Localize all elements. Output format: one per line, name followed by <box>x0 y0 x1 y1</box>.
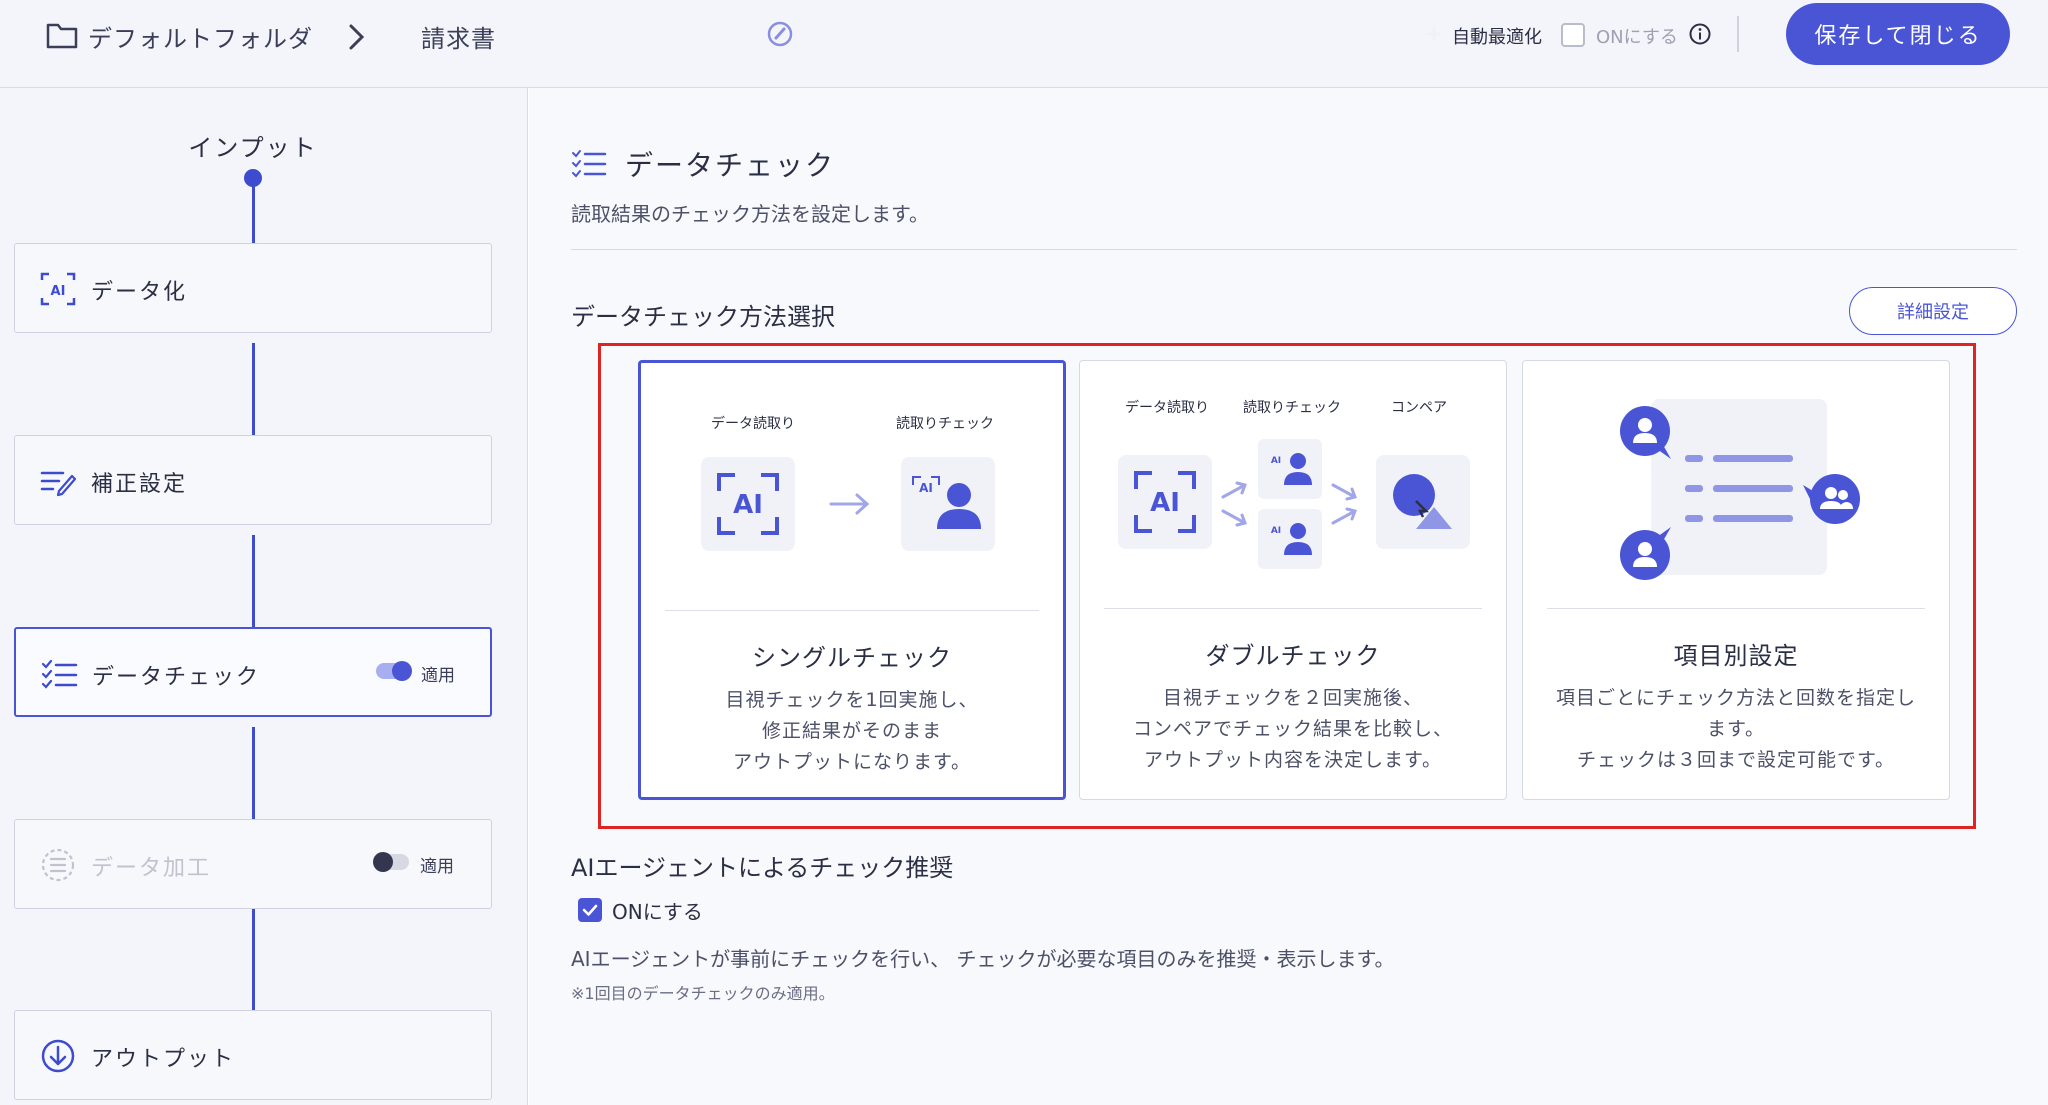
ai-text: AI <box>1150 488 1180 518</box>
merge-arrows-icon <box>1331 483 1357 525</box>
ai-text: AI <box>919 481 933 495</box>
ai-text: AI <box>1271 456 1281 466</box>
arrow-right-icon <box>829 493 870 515</box>
section-divider <box>571 249 2017 250</box>
ai-scan-icon: AI <box>1118 455 1212 549</box>
ai-text: AI <box>1271 526 1281 536</box>
auto-optimize-label: 自動最適化 <box>1452 27 1542 48</box>
users-group-icon <box>1803 474 1860 524</box>
step-data-check[interactable]: データチェック 適用 <box>14 627 492 717</box>
workflow-sidebar: インプット AI データ化 補正設定 データチェック 適用 データ加工 適用 ア… <box>0 88 528 1105</box>
folder-icon[interactable] <box>46 20 78 50</box>
person-check-icon: AI <box>1258 509 1322 569</box>
card-description: 項目ごとにチェック方法と回数を指定し ます。 チェックは３回まで設定可能です。 <box>1539 683 1933 776</box>
double-check-illustration: データ読取り 読取りチェック コンペア AI AI AI <box>1080 361 1506 601</box>
detail-settings-button[interactable]: 詳細設定 <box>1849 287 2017 335</box>
ai-agent-title: AIエージェントによるチェック推奨 <box>571 854 954 882</box>
step-label: データチェック <box>92 665 261 690</box>
step-correction-settings[interactable]: 補正設定 <box>14 435 492 525</box>
single-check-card[interactable]: データ読取り 読取りチェック AI AI シングルチェック 目視チェックを1回実… <box>638 360 1066 800</box>
card-desc-line: 修正結果がそのまま <box>761 720 942 742</box>
breadcrumb-folder[interactable]: デフォルトフォルダ <box>88 19 313 54</box>
step-label: データ加工 <box>91 856 212 881</box>
toggle-knob <box>373 852 393 872</box>
card-desc-line: アウトプット内容を決定します。 <box>1143 749 1443 771</box>
card-divider <box>1547 608 1925 609</box>
ai-agent-checkbox[interactable] <box>578 898 602 922</box>
top-bar: デフォルトフォルダ 請求書 自動最適化 ONにする 保存して閉じる <box>0 0 2048 88</box>
card-description: 目視チェックを1回実施し、 修正結果がそのまま アウトプットになります。 <box>657 685 1047 778</box>
card-desc-line: ます。 <box>1706 718 1766 740</box>
step-label: データ化 <box>91 280 188 305</box>
section-title: データチェック <box>625 149 836 182</box>
illus-label-data-read: データ読取り <box>1125 400 1209 416</box>
ai-agent-on-label[interactable]: ONにする <box>612 896 703 925</box>
process-icon <box>41 848 75 882</box>
card-divider <box>1104 608 1482 609</box>
single-check-illustration: データ読取り 読取りチェック AI AI <box>641 363 1063 603</box>
flow-input-label: インプット <box>188 134 318 162</box>
per-item-illustration <box>1523 361 1949 601</box>
card-divider <box>665 610 1039 611</box>
person-check-icon: AI <box>1258 439 1322 499</box>
info-icon[interactable] <box>1688 22 1712 46</box>
apply-toggle[interactable] <box>376 661 412 681</box>
card-desc-line: コンペアでチェック結果を比較し、 <box>1132 718 1453 740</box>
illus-label-compare: コンペア <box>1391 400 1447 416</box>
ai-agent-description: AIエージェントが事前にチェックを行い、 チェックが必要な項目のみを推奨・表示し… <box>571 947 1395 971</box>
double-check-card[interactable]: データ読取り 読取りチェック コンペア AI AI AI ダブルチェック 目視チ… <box>1079 360 1507 800</box>
person-check-icon: AI <box>901 457 995 551</box>
card-title: シングルチェック <box>752 644 952 672</box>
card-title: ダブルチェック <box>1205 642 1381 670</box>
auto-optimize-checkbox[interactable] <box>1561 23 1585 47</box>
section-description: 読取結果のチェック方法を設定します。 <box>571 202 929 226</box>
ai-text: AI <box>733 490 763 520</box>
user-avatar-icon <box>1620 527 1671 580</box>
illus-label-data-read: データ読取り <box>711 416 795 432</box>
illus-label-read-check: 読取りチェック <box>896 416 994 432</box>
ai-agent-note: ※1回目のデータチェックのみ適用。 <box>571 984 835 1003</box>
download-icon <box>41 1039 75 1073</box>
compare-icon <box>1376 455 1470 549</box>
ai-text: AI <box>51 284 66 299</box>
card-description: 目視チェックを２回実施後、 コンペアでチェック結果を比較し、 アウトプット内容を… <box>1096 683 1490 776</box>
chevron-right-icon <box>349 24 365 50</box>
step-data-processing[interactable]: データ加工 適用 <box>14 819 492 909</box>
step-label: アウトプット <box>91 1047 236 1072</box>
apply-toggle[interactable] <box>373 852 409 872</box>
step-label: 補正設定 <box>91 472 188 497</box>
step-output[interactable]: アウトプット <box>14 1010 492 1100</box>
auto-optimize-on-label[interactable]: ONにする <box>1596 23 1678 49</box>
edit-title-icon[interactable] <box>766 20 794 48</box>
breadcrumb-document: 請求書 <box>421 25 496 53</box>
document-list-icon <box>1651 399 1827 575</box>
apply-toggle-label: 適用 <box>421 666 455 686</box>
split-arrows-icon <box>1221 481 1247 527</box>
card-desc-line: 項目ごとにチェック方法と回数を指定し <box>1555 687 1916 709</box>
card-desc-line: アウトプットになります。 <box>732 751 972 773</box>
toggle-knob <box>392 661 412 681</box>
step-data-extraction[interactable]: AI データ化 <box>14 243 492 333</box>
card-desc-line: 目視チェックを２回実施後、 <box>1162 687 1423 709</box>
checkmark-icon <box>582 904 598 916</box>
user-avatar-icon <box>1620 406 1671 459</box>
checklist-icon <box>41 659 78 689</box>
ai-scan-icon: AI <box>701 457 795 551</box>
check-method-title: データチェック方法選択 <box>571 303 835 331</box>
ai-scan-icon: AI <box>40 272 76 306</box>
checklist-icon <box>572 150 607 178</box>
illus-label-read-check: 読取りチェック <box>1243 400 1341 416</box>
card-desc-line: チェックは３回まで設定可能です。 <box>1576 749 1896 771</box>
save-and-close-button[interactable]: 保存して閉じる <box>1786 3 2010 65</box>
sparkle-icon <box>1425 25 1443 43</box>
edit-list-icon <box>40 471 77 497</box>
card-desc-line: 目視チェックを1回実施し、 <box>725 689 979 711</box>
card-title: 項目別設定 <box>1673 642 1799 670</box>
header-divider <box>1737 16 1739 52</box>
per-item-settings-card[interactable]: 項目別設定 項目ごとにチェック方法と回数を指定し ます。 チェックは３回まで設定… <box>1522 360 1950 800</box>
apply-toggle-label: 適用 <box>420 857 454 877</box>
